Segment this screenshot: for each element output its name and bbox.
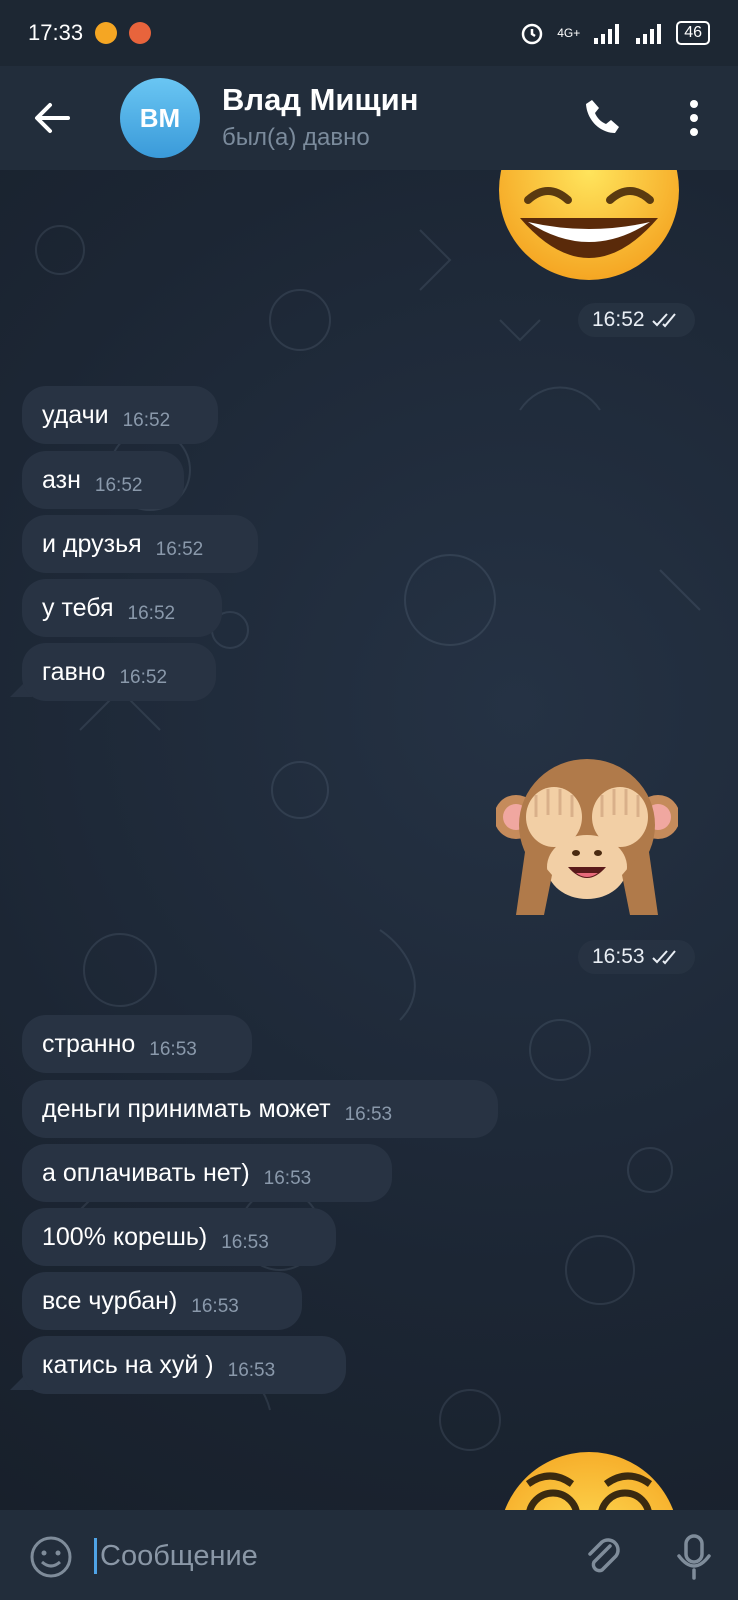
sticker-time-pill: 16:52: [578, 303, 695, 337]
text-caret: [94, 1538, 97, 1574]
message-bubble[interactable]: азн 16:52: [22, 451, 184, 509]
status-left: 17:33: [28, 20, 152, 46]
message-bubble[interactable]: гавно 16:52: [22, 643, 216, 701]
message-text: а оплачивать нет): [42, 1158, 250, 1187]
double-check-icon: [651, 313, 676, 328]
network-label: 4G+: [557, 26, 581, 40]
message-input[interactable]: [98, 1530, 542, 1582]
message-time: 16:52: [155, 539, 204, 560]
browser-icon: [129, 22, 152, 44]
message-bubble[interactable]: все чурбан) 16:53: [22, 1272, 302, 1330]
message-text: 100% корешь): [42, 1222, 208, 1251]
message-bubble[interactable]: удачи 16:52: [22, 386, 218, 444]
message-input-bar: [0, 1510, 738, 1600]
sticker-time: 16:53: [592, 945, 645, 968]
message-bubble[interactable]: у тебя 16:52: [22, 579, 222, 637]
avatar[interactable]: ВМ: [120, 78, 200, 158]
message-text: удачи: [42, 400, 109, 429]
status-right: 4G+ 46: [519, 20, 710, 46]
contact-name[interactable]: Влад Мищин: [222, 82, 418, 118]
message-bubble[interactable]: катись на хуй ) 16:53: [22, 1336, 346, 1394]
message-time: 16:52: [94, 475, 143, 496]
message-text: деньги принимать может: [42, 1094, 331, 1123]
message-text: все чурбан): [42, 1286, 178, 1315]
message-text: странно: [42, 1029, 136, 1058]
double-check-icon: [651, 950, 676, 965]
alarm-icon: [521, 23, 543, 45]
signal-icon: [594, 24, 620, 44]
message-time: 16:53: [263, 1168, 312, 1189]
message-time: 16:53: [227, 1360, 276, 1381]
chat-area[interactable]: 16:52 удачи 16:52 азн 16:52 и друзья 16:…: [0, 170, 738, 1510]
mail-icon: [95, 22, 118, 44]
contact-status: был(а) давно: [222, 124, 370, 151]
signal-icon-2: [636, 24, 662, 44]
message-bubble[interactable]: и друзья 16:52: [22, 515, 258, 573]
chat-header: ВМ Влад Мищин был(а) давно: [0, 66, 738, 170]
microphone-icon[interactable]: [672, 1532, 716, 1582]
message-text: азн: [42, 465, 81, 494]
battery-icon: 46: [676, 21, 710, 45]
message-time: 16:53: [344, 1104, 393, 1125]
message-bubble[interactable]: деньги принимать может 16:53: [22, 1080, 498, 1138]
message-time: 16:52: [127, 603, 176, 624]
message-time: 16:53: [191, 1296, 239, 1317]
message-time: 16:52: [122, 410, 171, 431]
message-time: 16:53: [149, 1039, 197, 1060]
back-arrow-icon[interactable]: [30, 96, 74, 140]
emoji-icon[interactable]: [28, 1534, 74, 1580]
status-time: 17:33: [28, 20, 84, 45]
message-text: гавно: [42, 657, 106, 686]
message-text: катись на хуй ): [42, 1350, 214, 1379]
message-time: 16:52: [119, 667, 168, 688]
grinning-face-sticker[interactable]: [498, 170, 680, 290]
message-bubble[interactable]: а оплачивать нет) 16:53: [22, 1144, 392, 1202]
attach-icon[interactable]: [580, 1534, 626, 1580]
message-bubble[interactable]: странно 16:53: [22, 1015, 252, 1073]
more-vertical-icon[interactable]: [672, 94, 716, 142]
sticker-time: 16:52: [592, 308, 645, 331]
phone-icon[interactable]: [578, 94, 626, 142]
nerd-face-sticker[interactable]: [498, 1442, 680, 1510]
status-bar: 17:33 4G+ 46: [0, 0, 738, 66]
message-text: и друзья: [42, 529, 142, 558]
sticker-time-pill: 16:53: [578, 940, 695, 974]
message-time: 16:53: [221, 1232, 269, 1253]
avatar-initials: ВМ: [139, 102, 181, 133]
see-no-evil-monkey-sticker[interactable]: [496, 755, 678, 925]
message-bubble[interactable]: 100% корешь) 16:53: [22, 1208, 336, 1266]
message-text: у тебя: [42, 593, 114, 622]
